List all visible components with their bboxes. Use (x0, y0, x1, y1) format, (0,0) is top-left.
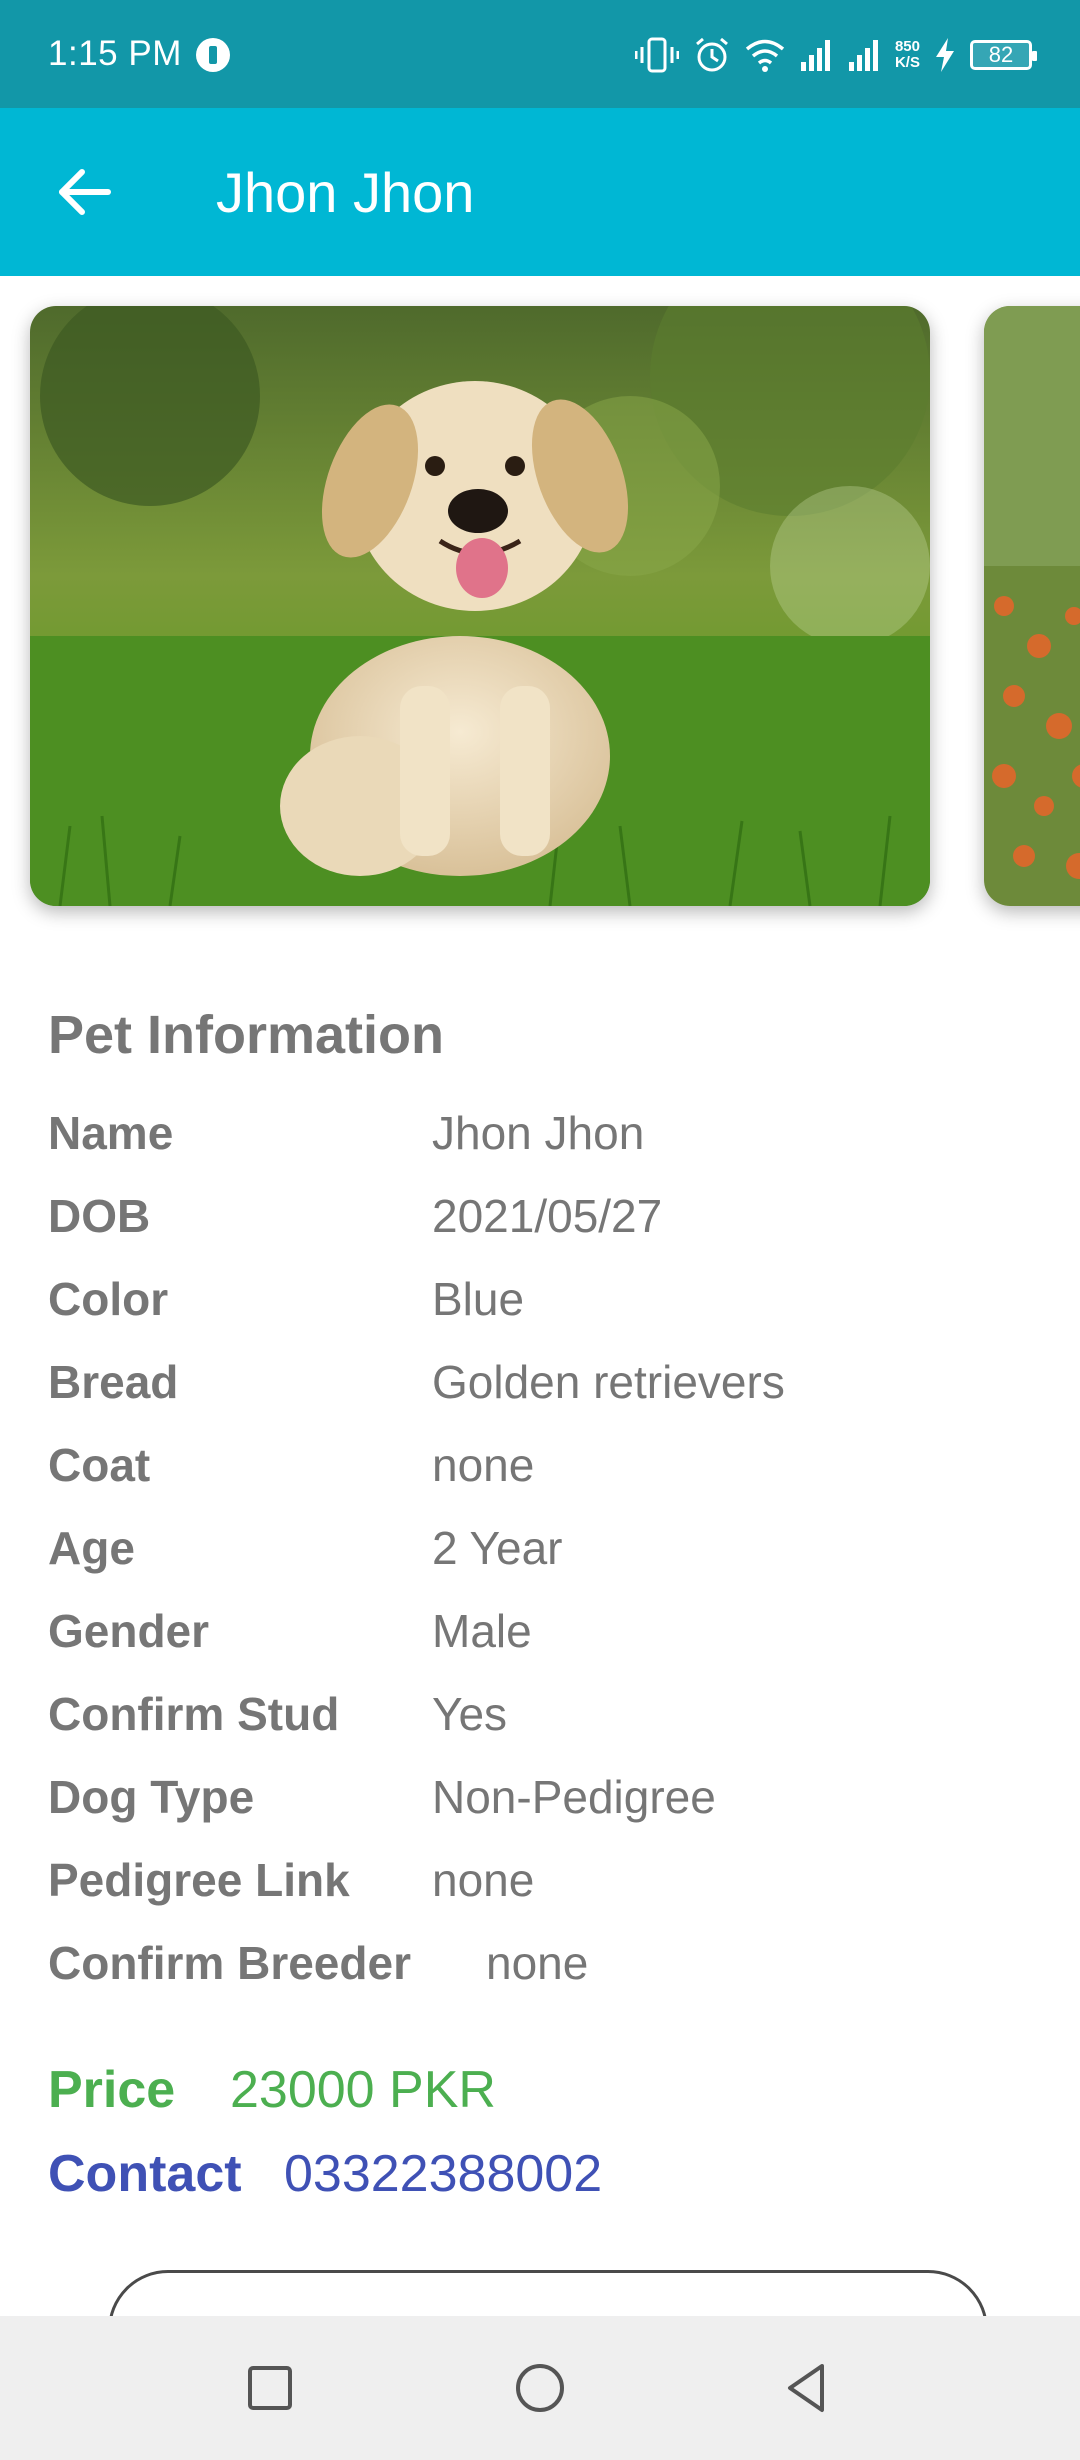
section-title-pet-information: Pet Information (48, 1005, 445, 1065)
info-label: Coat (48, 1439, 151, 1491)
battery-level: 82 (988, 42, 1014, 67)
contact-phone-link[interactable]: 03322388002 (284, 2144, 602, 2204)
info-value: 2021/05/27 (432, 1190, 663, 1242)
charging-icon (936, 38, 954, 72)
alarm-icon (696, 37, 728, 72)
status-time: 1:15 PM (48, 34, 182, 73)
info-row-dob: DOB 2021/05/27 (48, 1181, 1048, 1264)
info-label: Age (48, 1522, 135, 1574)
app-bar: Jhon Jhon (0, 108, 1080, 276)
info-value: Yes (432, 1688, 508, 1740)
info-row-pedigree-link: Pedigree Link none (48, 1845, 1048, 1928)
info-label: Bread (48, 1356, 179, 1408)
info-label: DOB (48, 1190, 151, 1242)
info-value: 2 Year (432, 1522, 563, 1574)
info-value: none (432, 1439, 535, 1491)
price-row: Price 23000 PKR (48, 2060, 496, 2120)
info-label: Name (48, 1107, 174, 1159)
info-value: Blue (432, 1273, 525, 1325)
info-label: Gender (48, 1605, 210, 1657)
info-value: Male (432, 1605, 532, 1657)
info-row-confirm-breeder: Confirm Breeder none (48, 1928, 1048, 2011)
vibrate-icon (634, 37, 679, 73)
info-value: Golden retrievers (432, 1356, 785, 1408)
network-speed: 850 K/S (895, 39, 920, 71)
system-nav-bar (0, 2316, 1080, 2460)
battery-icon: 82 (970, 40, 1037, 70)
recent-apps-icon[interactable] (238, 2356, 302, 2420)
info-row-confirm-stud: Confirm Stud Yes (48, 1679, 1048, 1762)
contact-row[interactable]: Contact 03322388002 (48, 2144, 602, 2204)
info-row-color: Color Blue (48, 1264, 1048, 1347)
contact-label: Contact (48, 2145, 242, 2203)
app-notification-icon (196, 38, 230, 72)
puppy-photo[interactable] (30, 306, 930, 906)
info-value: Non-Pedigree (432, 1771, 716, 1823)
info-row-dog-type: Dog Type Non-Pedigree (48, 1762, 1048, 1845)
info-label: Confirm Stud (48, 1688, 340, 1740)
network-speed-value: 850 (894, 38, 920, 55)
network-speed-unit: K/S (894, 54, 920, 71)
info-row-coat: Coat none (48, 1430, 1048, 1513)
info-row-age: Age 2 Year (48, 1513, 1048, 1596)
home-icon[interactable] (508, 2356, 572, 2420)
info-row-name: Name Jhon Jhon (48, 1098, 1048, 1181)
info-row-breed: Bread Golden retrievers (48, 1347, 1048, 1430)
back-triangle-icon[interactable] (776, 2356, 840, 2420)
info-label: Color (48, 1273, 169, 1325)
status-bar: 1:15 PM 850 K/S 82 (0, 0, 1080, 108)
image-gallery[interactable] (0, 276, 1080, 936)
info-value: none (432, 1854, 535, 1906)
info-value: none (486, 1937, 589, 1989)
wifi-icon (745, 39, 785, 72)
status-icons: 850 K/S 82 (634, 32, 1037, 78)
info-label: Dog Type (48, 1771, 255, 1823)
info-value: Jhon Jhon (432, 1107, 645, 1159)
info-label: Pedigree Link (48, 1854, 350, 1906)
arrow-left-icon[interactable] (52, 160, 116, 224)
price-label: Price (48, 2061, 176, 2119)
info-label: Confirm Breeder (48, 1937, 411, 1989)
signal-icon (848, 40, 878, 71)
price-value: 23000 PKR (230, 2061, 496, 2119)
signal-icon (800, 40, 830, 71)
flowers-photo[interactable] (984, 306, 1080, 906)
info-row-gender: Gender Male (48, 1596, 1048, 1679)
page-title: Jhon Jhon (216, 161, 475, 224)
